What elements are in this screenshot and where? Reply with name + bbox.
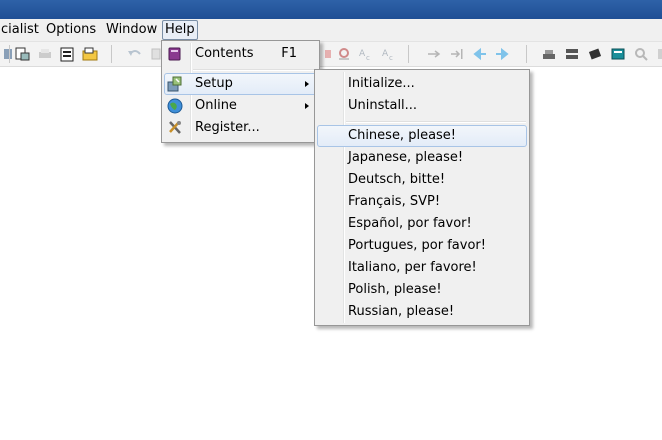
menu-item-label: Russian, please!: [348, 304, 455, 319]
menu-item-polish[interactable]: Polish, please!: [317, 279, 527, 301]
calculator-icon[interactable]: [609, 45, 627, 63]
book-icon: [167, 46, 183, 62]
help-menu: Contents F1 Setup Online Register...: [161, 40, 320, 143]
menu-options[interactable]: Options: [44, 21, 98, 39]
menu-item-contents[interactable]: Contents F1: [164, 43, 317, 65]
toolbar: Ac Ac: [0, 42, 662, 67]
zoom-icon: [632, 45, 650, 63]
modem-icon[interactable]: [540, 45, 558, 63]
submenu-arrow-icon: [305, 103, 309, 109]
print-preview-icon[interactable]: [13, 45, 31, 63]
find-next-icon: [335, 45, 353, 63]
toolbar-separator: [9, 45, 10, 63]
menu-item-label: Uninstall...: [348, 98, 418, 113]
toolbar-separator: [526, 45, 527, 63]
menu-item-label: Initialize...: [348, 76, 415, 91]
menu-item-french[interactable]: Français, SVP!: [317, 191, 527, 213]
goto-line-icon: [448, 45, 466, 63]
window-titlebar: [0, 0, 662, 19]
menu-item-label: Español, por favor!: [348, 216, 472, 231]
goto-arrow-icon: [425, 45, 443, 63]
replace-all-icon: Ac: [380, 45, 398, 63]
properties-icon[interactable]: [58, 45, 76, 63]
svg-text:A: A: [382, 49, 389, 59]
menu-bar: cialist Options Window Help: [0, 19, 662, 42]
menu-item-german[interactable]: Deutsch, bitte!: [317, 169, 527, 191]
menu-item-label: Deutsch, bitte!: [348, 172, 446, 187]
setup-submenu: Initialize... Uninstall... Chinese, plea…: [314, 69, 530, 326]
find-icon: [318, 45, 336, 63]
undo-icon: [125, 45, 143, 63]
replace-icon: Ac: [357, 45, 375, 63]
menu-item-uninstall[interactable]: Uninstall...: [317, 95, 527, 117]
menu-specialist[interactable]: cialist: [0, 21, 41, 39]
toolbar-separator: [111, 45, 112, 63]
menu-item-label: Contents: [195, 46, 254, 61]
toolbar-separator: [408, 45, 409, 63]
menu-separator: [346, 121, 526, 123]
forward-arrow-icon[interactable]: [493, 45, 511, 63]
menu-item-online[interactable]: Online: [164, 95, 317, 117]
chip-icon[interactable]: [586, 45, 604, 63]
menu-item-label: Polish, please!: [348, 282, 442, 297]
menu-item-accelerator: F1: [281, 46, 297, 61]
menu-item-label: Français, SVP!: [348, 194, 441, 209]
submenu-arrow-icon: [305, 81, 309, 87]
svg-text:c: c: [389, 54, 393, 62]
menu-item-register[interactable]: Register...: [164, 117, 317, 139]
menu-item-label: Register...: [195, 120, 260, 135]
toolbar-partial-icon: [652, 45, 662, 63]
menu-item-portuguese[interactable]: Portugues, por favor!: [317, 235, 527, 257]
svg-text:c: c: [366, 54, 370, 62]
back-arrow-icon[interactable]: [471, 45, 489, 63]
menu-item-initialize[interactable]: Initialize...: [317, 73, 527, 95]
drive-icon[interactable]: [563, 45, 581, 63]
svg-text:A: A: [359, 49, 366, 59]
menu-window[interactable]: Window: [104, 21, 159, 39]
menu-item-label: Chinese, please!: [348, 128, 457, 143]
menu-item-russian[interactable]: Russian, please!: [317, 301, 527, 323]
menu-item-label: Italiano, per favore!: [348, 260, 477, 275]
menu-help[interactable]: Help: [162, 20, 198, 40]
open-folder-icon[interactable]: [81, 45, 99, 63]
menu-item-setup[interactable]: Setup: [164, 73, 317, 95]
setup-icon: [167, 76, 183, 92]
menu-item-spanish[interactable]: Español, por favor!: [317, 213, 527, 235]
menu-item-japanese[interactable]: Japanese, please!: [317, 147, 527, 169]
menu-item-label: Portugues, por favor!: [348, 238, 486, 253]
print-icon: [36, 45, 54, 63]
menu-item-italian[interactable]: Italiano, per favore!: [317, 257, 527, 279]
menu-item-label: Setup: [195, 76, 233, 91]
menu-item-chinese[interactable]: Chinese, please!: [317, 125, 527, 147]
menu-item-label: Japanese, please!: [348, 150, 464, 165]
menu-separator: [193, 69, 316, 71]
tools-icon: [167, 120, 183, 136]
globe-icon: [167, 98, 183, 114]
menu-item-label: Online: [195, 98, 237, 113]
